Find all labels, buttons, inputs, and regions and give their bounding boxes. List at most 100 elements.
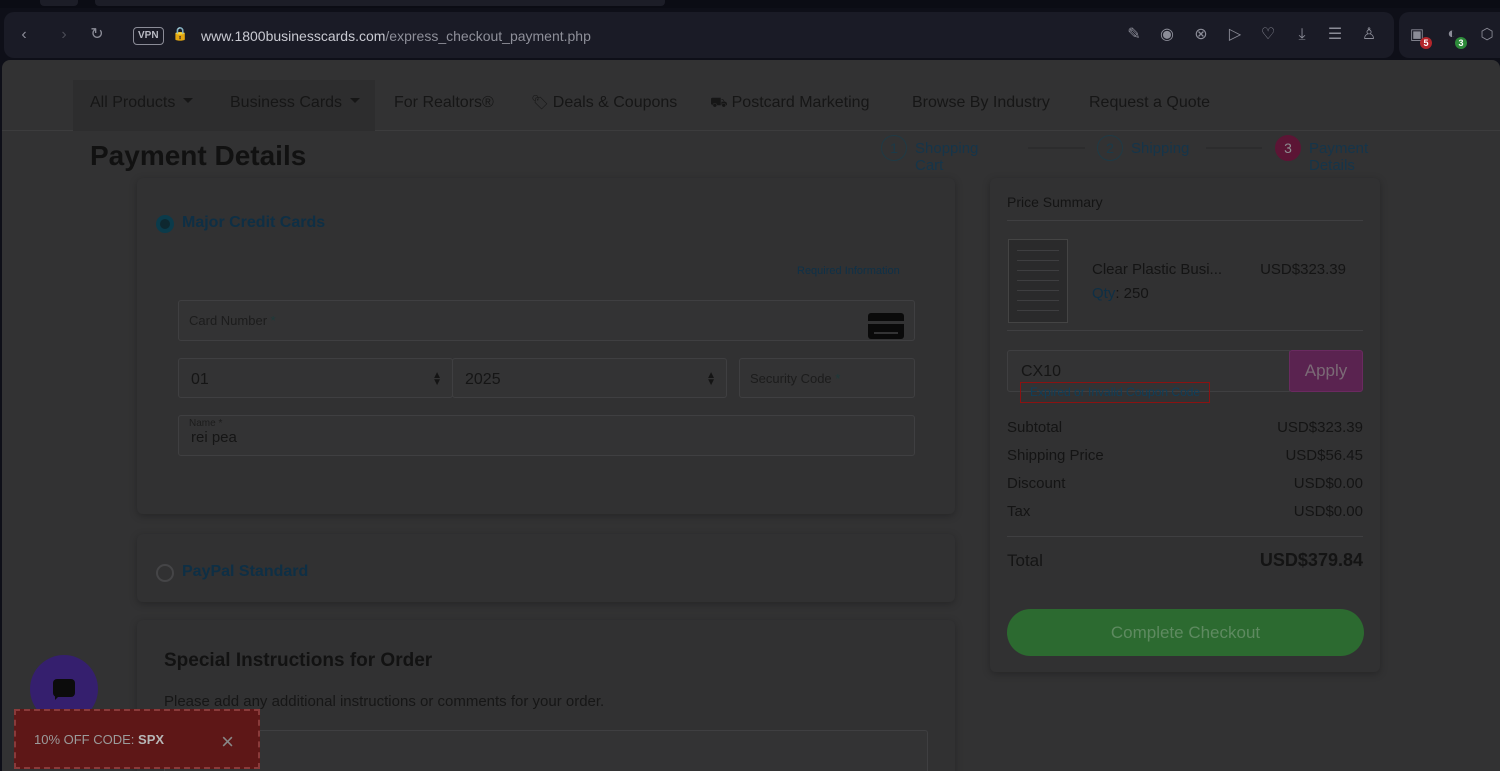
- tab[interactable]: [40, 0, 78, 6]
- radio-paypal[interactable]: [156, 564, 174, 582]
- select-arrows-icon: ▲ ▼: [432, 370, 442, 388]
- instructions-textarea[interactable]: [164, 730, 928, 771]
- summary-title: Price Summary: [1007, 194, 1103, 210]
- cube-icon[interactable]: ⬡: [1476, 25, 1498, 45]
- step-payment-details: Payment Details: [1309, 140, 1369, 174]
- main-nav: All Products Business Cards For Realtors…: [2, 60, 1500, 131]
- divider: [1007, 220, 1363, 221]
- name-field[interactable]: Name * rei pea: [178, 415, 915, 456]
- step-number: 2: [1097, 135, 1123, 161]
- select-arrows-icon: ▲ ▼: [706, 370, 716, 388]
- product-thumbnail: [1008, 239, 1068, 323]
- card-number-field[interactable]: Card Number *: [178, 300, 915, 341]
- qty-label: Qty: [1092, 285, 1116, 302]
- discount-label: Discount: [1007, 475, 1066, 492]
- edit-icon[interactable]: ✎: [1124, 25, 1144, 45]
- nav-browse-industry[interactable]: Browse By Industry: [912, 94, 1050, 112]
- heart-icon[interactable]: ♡: [1258, 25, 1278, 45]
- instructions-text: Please add any additional instructions o…: [164, 693, 605, 710]
- block-icon[interactable]: ⊗: [1191, 25, 1211, 45]
- coupon-error-message: Expired or Invalid Coupon Code: [1020, 382, 1211, 403]
- vpn-badge[interactable]: VPN: [133, 27, 164, 45]
- forward-arrow-icon[interactable]: ›: [54, 25, 74, 45]
- step-divider: [1028, 147, 1085, 149]
- expiry-year-select[interactable]: 2025 ▲ ▼: [452, 358, 727, 398]
- reload-icon[interactable]: ↻: [87, 25, 107, 45]
- extension-badge: 3: [1455, 37, 1467, 49]
- paypal-label[interactable]: PayPal Standard: [182, 563, 308, 581]
- subtotal-label: Subtotal: [1007, 419, 1063, 436]
- camera-icon[interactable]: ◉: [1157, 25, 1177, 45]
- tab[interactable]: [95, 0, 665, 6]
- price-summary: Price Summary Clear Plastic Busi... USD$…: [990, 178, 1380, 672]
- label-text: Security Code: [750, 371, 832, 386]
- page: All Products Business Cards For Realtors…: [2, 60, 1500, 771]
- product-qty: Qty: 250: [1092, 285, 1149, 302]
- tax-value: USD$0.00: [1293, 503, 1363, 520]
- nav-label: Deals & Coupons: [552, 94, 678, 111]
- complete-checkout-button[interactable]: Complete Checkout: [1007, 609, 1364, 656]
- label-text: Name: [189, 418, 216, 429]
- menu-icon[interactable]: ☰: [1325, 25, 1345, 45]
- name-label: Name *: [189, 418, 222, 429]
- credit-cards-label[interactable]: Major Credit Cards: [182, 214, 325, 232]
- apply-coupon-button[interactable]: Apply: [1289, 350, 1363, 392]
- browser-toolbar: ‹ › ↻ VPN 🔒 www.1800businesscards.com/ex…: [0, 10, 1500, 60]
- security-code-label: Security Code *: [750, 371, 840, 386]
- extensions-bar: ▣ 5 ◐ 3 ⬡: [1399, 12, 1500, 58]
- shipping-value: USD$56.45: [1285, 447, 1363, 464]
- required-star: *: [218, 418, 223, 429]
- promo-banner: 10% OFF CODE: SPX ×: [14, 709, 260, 769]
- product-name: Clear Plastic Busi...: [1092, 261, 1223, 278]
- nav-request-quote[interactable]: Request a Quote: [1089, 94, 1210, 112]
- download-icon[interactable]: ⤓: [1292, 25, 1312, 45]
- profile-icon[interactable]: ♙: [1359, 25, 1379, 45]
- truck-icon: ⛟: [710, 94, 728, 110]
- security-code-field[interactable]: Security Code *: [739, 358, 915, 398]
- lock-icon[interactable]: 🔒: [172, 26, 188, 42]
- step-number: 1: [881, 135, 907, 161]
- name-value: rei pea: [191, 429, 237, 446]
- back-arrow-icon[interactable]: ‹: [14, 25, 34, 45]
- close-icon[interactable]: ×: [221, 729, 234, 755]
- nav-for-realtors[interactable]: For Realtors®: [394, 94, 494, 112]
- promo-prefix: 10% OFF CODE:: [34, 732, 139, 747]
- page-title: Payment Details: [90, 140, 307, 171]
- nav-all-products[interactable]: All Products: [90, 94, 193, 112]
- total-label: Total: [1007, 551, 1043, 570]
- coupon-value: CX10: [1021, 363, 1062, 380]
- extension-icon[interactable]: ◐ 3: [1441, 25, 1467, 49]
- required-star: *: [835, 371, 841, 386]
- credit-card-section: Major Credit Cards Required Information …: [137, 178, 955, 514]
- send-icon[interactable]: ▷: [1225, 25, 1245, 45]
- nav-business-cards[interactable]: Business Cards: [230, 94, 360, 112]
- required-info-note: Required Information: [797, 265, 900, 277]
- nav-postcard-marketing[interactable]: ⛟ Postcard Marketing: [710, 94, 869, 113]
- address-bar[interactable]: ‹ › ↻ VPN 🔒 www.1800businesscards.com/ex…: [4, 12, 1394, 58]
- url-text[interactable]: www.1800businesscards.com/express_checko…: [201, 28, 591, 44]
- radio-credit-cards[interactable]: [156, 215, 174, 233]
- credit-card-icon: [868, 313, 904, 339]
- tab-strip: [0, 0, 1500, 8]
- promo-code: SPX: [138, 732, 165, 747]
- extension-badge: 5: [1420, 37, 1432, 49]
- step-shopping-cart[interactable]: Shopping Cart: [915, 140, 978, 174]
- url-path: /express_checkout_payment.php: [385, 28, 591, 44]
- total-value: USD$379.84: [1259, 550, 1363, 570]
- expiry-month-select[interactable]: 01 ▲ ▼: [178, 358, 453, 398]
- product-price: USD$323.39: [1260, 261, 1346, 278]
- extension-icon[interactable]: ▣ 5: [1406, 25, 1432, 49]
- required-star: *: [270, 313, 276, 328]
- step-shipping[interactable]: Shipping: [1131, 140, 1189, 157]
- month-value: 01: [191, 371, 209, 388]
- step-number: 3: [1275, 135, 1301, 161]
- nav-deals-coupons[interactable]: 🏷 Deals & Coupons: [531, 94, 677, 112]
- tag-icon: 🏷: [531, 94, 549, 110]
- card-number-label: Card Number *: [189, 313, 276, 328]
- year-value: 2025: [465, 371, 501, 388]
- instructions-title: Special Instructions for Order: [164, 650, 433, 671]
- divider: [1007, 330, 1363, 331]
- url-domain: www.1800businesscards.com: [201, 28, 386, 44]
- shipping-label: Shipping Price: [1007, 447, 1104, 464]
- label-text: Card Number: [189, 313, 268, 328]
